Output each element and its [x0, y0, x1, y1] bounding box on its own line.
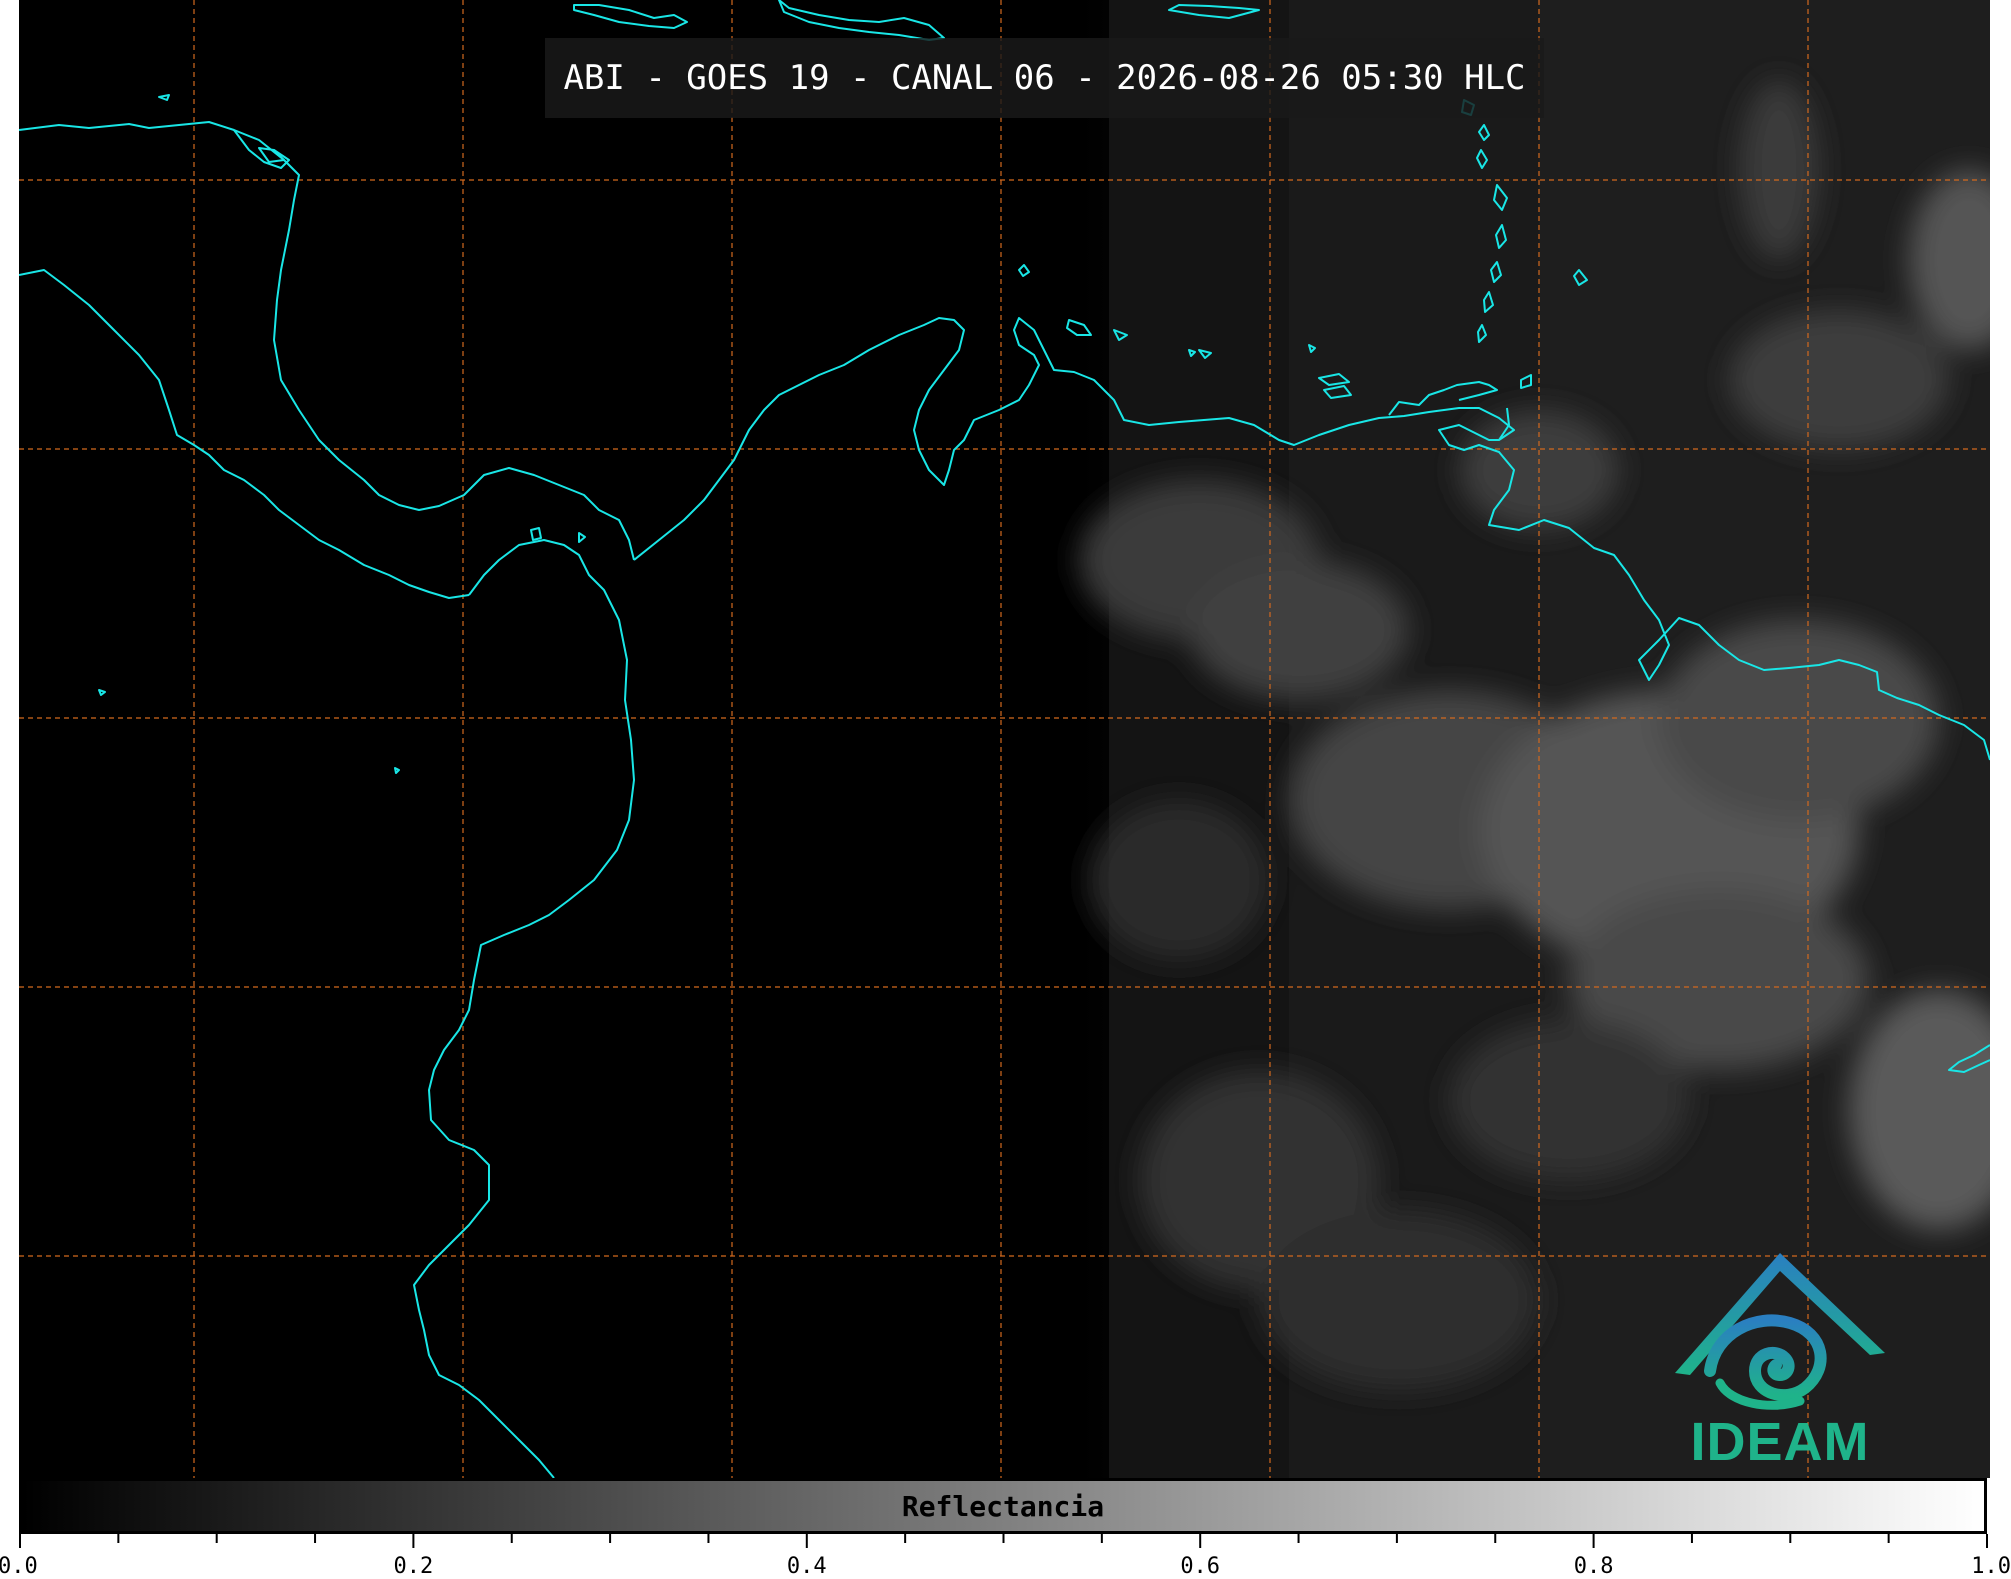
colorbar-tick-label: 0.4: [786, 1554, 827, 1579]
map-title: ABI - GOES 19 - CANAL 06 - 2026-08-26 05…: [563, 58, 1526, 98]
colorbar-tick-label: 0.6: [1180, 1554, 1221, 1579]
colorbar-tick-label: 1.0: [1971, 1554, 2011, 1579]
map-title-box: ABI - GOES 19 - CANAL 06 - 2026-08-26 05…: [545, 38, 1544, 118]
colorbar-label: Reflectancia: [901, 1489, 1105, 1523]
ideam-logo: IDEAM: [1660, 1253, 1900, 1478]
colorbar-tick-label: 0.0: [0, 1554, 38, 1579]
colorbar: Reflectancia: [19, 1478, 1987, 1534]
satellite-map: ABI - GOES 19 - CANAL 06 - 2026-08-26 05…: [19, 0, 1990, 1478]
ideam-logo-icon: [1675, 1253, 1885, 1410]
colorbar-ticks: [19, 1534, 1988, 1548]
colorbar-tick-label: 0.2: [393, 1554, 434, 1579]
colorbar-tick-label: 0.8: [1573, 1554, 1614, 1579]
ideam-logo-text: IDEAM: [1690, 1412, 1870, 1472]
